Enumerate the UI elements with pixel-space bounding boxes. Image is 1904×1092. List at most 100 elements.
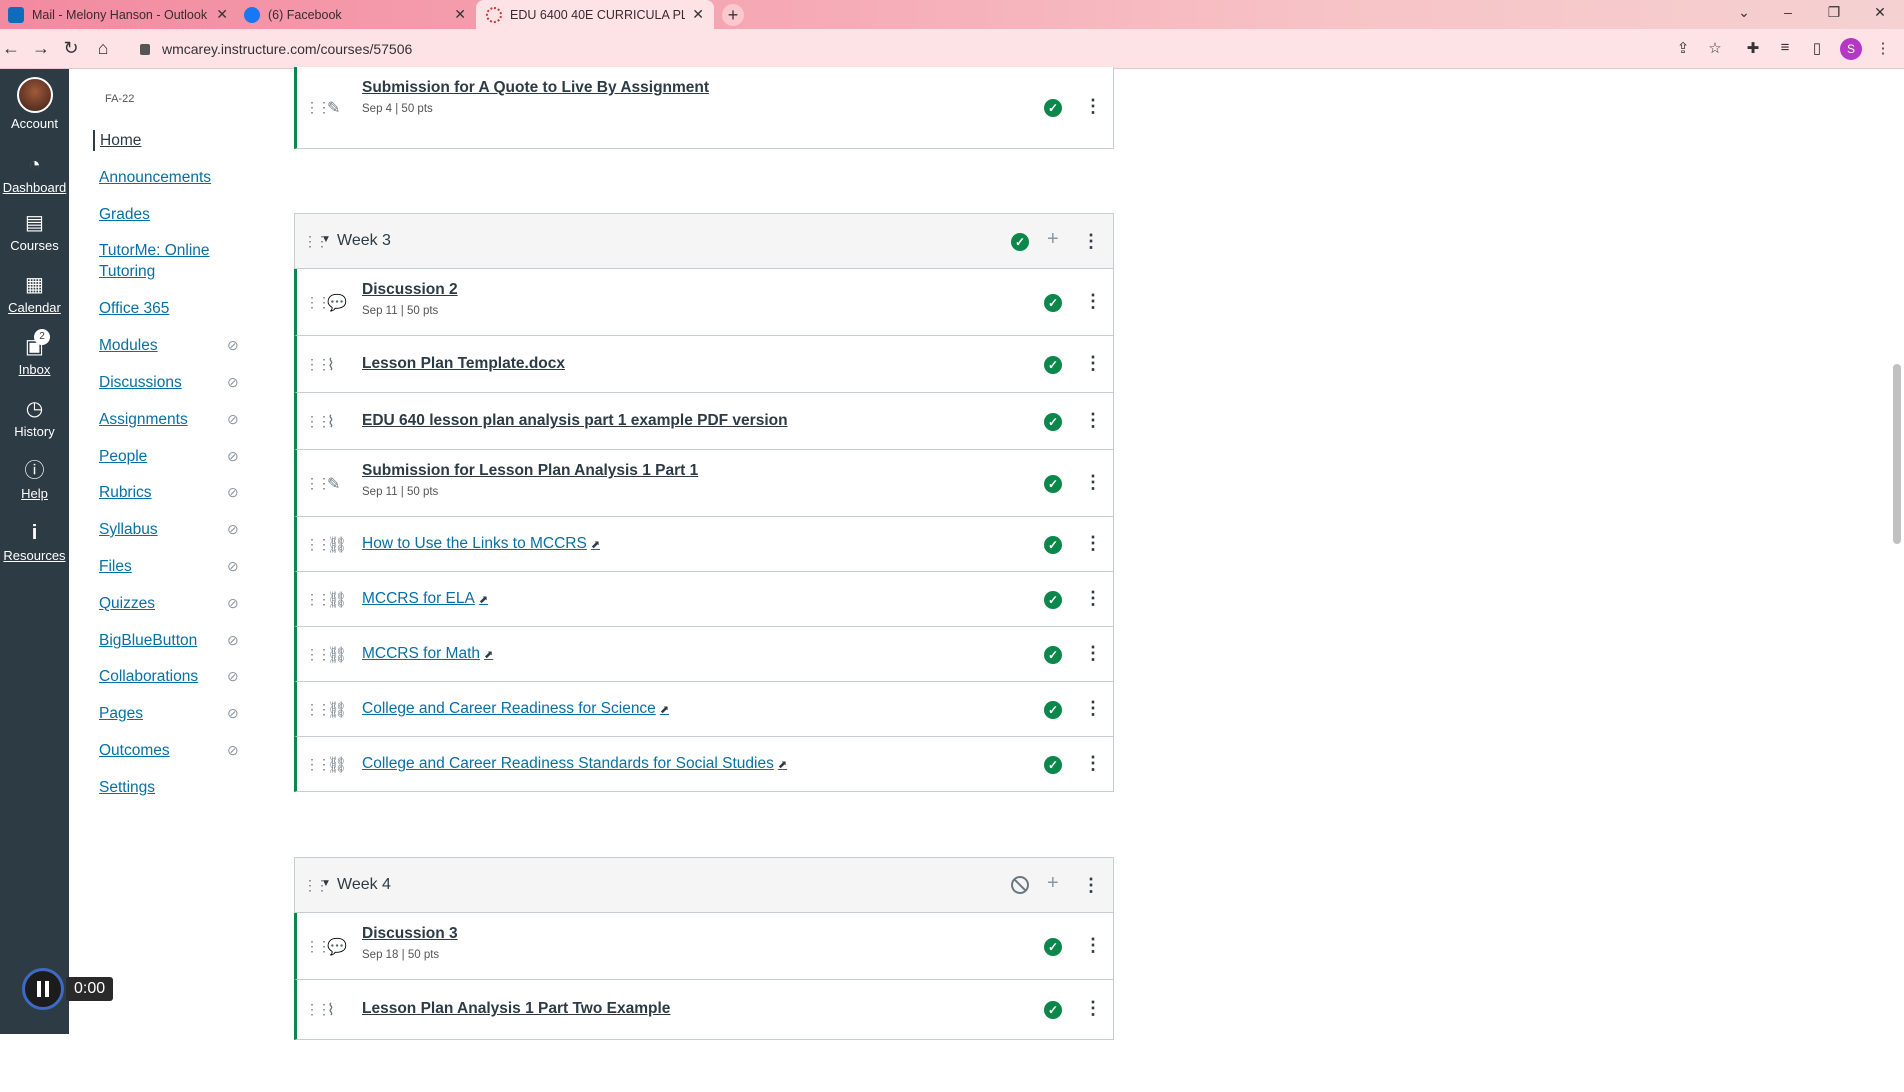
tab-outlook[interactable]: Mail - Melony Hanson - Outlook ✕ [0, 0, 238, 29]
item-options-icon[interactable]: ⋮ [1084, 998, 1102, 1019]
item-options-icon[interactable]: ⋮ [1084, 533, 1102, 554]
close-window-button[interactable]: ✕ [1870, 4, 1890, 21]
url-field[interactable]: wmcarey.instructure.com/courses/57506 [130, 34, 1650, 64]
published-check-icon[interactable]: ✓ [1044, 1001, 1062, 1019]
course-nav-item[interactable]: People [99, 446, 229, 467]
module-item[interactable]: ⋮⋮ ⌇ Lesson Plan Template.docx ✓ ⋮ [294, 336, 1114, 393]
course-nav-item[interactable]: Rubrics [99, 482, 229, 503]
item-options-icon[interactable]: ⋮ [1084, 698, 1102, 719]
module-options-icon[interactable]: ⋮ [1082, 875, 1100, 896]
collapse-caret-icon[interactable]: ▼ [321, 878, 331, 889]
module-item[interactable]: ⋮⋮ ✎ Submission for A Quote to Live By Ass… [294, 67, 1114, 149]
module-item[interactable]: ⋮⋮ ⛓ MCCRS for Math ⬈ ✓ ⋮ [294, 627, 1114, 682]
global-nav-account[interactable]: Account [0, 77, 69, 131]
global-nav-history[interactable]: ◷ History [0, 397, 69, 439]
global-nav-courses[interactable]: ▤ Courses [0, 211, 69, 253]
course-nav-item[interactable]: Grades [99, 204, 229, 225]
course-nav-item[interactable]: Pages [99, 703, 229, 724]
course-nav-item[interactable]: Modules [99, 335, 229, 356]
published-check-icon[interactable]: ✓ [1044, 591, 1062, 609]
course-nav-item[interactable]: Outcomes [99, 740, 229, 761]
profile-avatar[interactable]: S [1840, 38, 1862, 60]
page-scrollbar[interactable] [1890, 69, 1904, 1034]
tab-facebook[interactable]: (6) Facebook ✕ [238, 0, 476, 29]
module-item-title[interactable]: MCCRS for Math ⬈ [362, 645, 493, 663]
module-item[interactable]: ⋮⋮ 💬 Discussion 2 Sep 11 | 50 pts ✓ ⋮ [294, 269, 1114, 336]
module-item-title[interactable]: College and Career Readiness for Science… [362, 700, 669, 718]
published-check-icon[interactable]: ✓ [1044, 938, 1062, 956]
drag-handle-icon[interactable]: ⋮⋮ [305, 413, 331, 430]
drag-handle-icon[interactable]: ⋮⋮ [305, 591, 331, 608]
module-item[interactable]: ⋮⋮ 💬 Discussion 3 Sep 18 | 50 pts ✓ ⋮ [294, 913, 1114, 980]
module-item-title[interactable]: EDU 640 lesson plan analysis part 1 exam… [362, 412, 788, 430]
home-icon[interactable]: ⌂ [92, 38, 114, 59]
add-item-icon[interactable]: + [1047, 228, 1059, 251]
module-item-title[interactable]: Lesson Plan Analysis 1 Part Two Example [362, 1000, 670, 1018]
global-nav-dashboard[interactable]: ◔ Dashboard [0, 153, 69, 195]
drag-handle-icon[interactable]: ⋮⋮ [305, 701, 331, 718]
published-check-icon[interactable]: ✓ [1044, 413, 1062, 431]
item-options-icon[interactable]: ⋮ [1084, 753, 1102, 774]
item-options-icon[interactable]: ⋮ [1084, 291, 1102, 312]
course-nav-item[interactable]: Announcements [99, 167, 229, 188]
module-item-title[interactable]: Submission for Lesson Plan Analysis 1 Pa… [362, 462, 698, 480]
drag-handle-icon[interactable]: ⋮⋮ [305, 756, 331, 773]
published-check-icon[interactable]: ✓ [1044, 646, 1062, 664]
close-tab-icon[interactable]: ✕ [216, 6, 228, 23]
drag-handle-icon[interactable]: ⋮⋮ [305, 356, 331, 373]
item-options-icon[interactable]: ⋮ [1084, 588, 1102, 609]
item-options-icon[interactable]: ⋮ [1084, 935, 1102, 956]
course-nav-item[interactable]: Collaborations [99, 666, 229, 687]
new-tab-button[interactable]: + [722, 4, 744, 26]
unpublished-icon[interactable] [1011, 876, 1029, 894]
drag-handle-icon[interactable]: ⋮⋮ [305, 99, 331, 116]
module-header[interactable]: ⋮⋮ ▼ Week 3 ✓ + ⋮ [294, 213, 1114, 269]
course-nav-item[interactable]: TutorMe: Online Tutoring [99, 240, 224, 282]
module-options-icon[interactable]: ⋮ [1082, 231, 1100, 252]
drag-handle-icon[interactable]: ⋮⋮ [305, 536, 331, 553]
reading-list-icon[interactable]: ≡ [1774, 39, 1796, 56]
reload-icon[interactable]: ↻ [60, 38, 82, 59]
extensions-icon[interactable]: ✚ [1742, 39, 1764, 57]
published-check-icon[interactable]: ✓ [1044, 294, 1062, 312]
pause-button[interactable] [22, 968, 64, 1010]
module-item-title[interactable]: How to Use the Links to MCCRS ⬈ [362, 535, 600, 553]
item-options-icon[interactable]: ⋮ [1084, 643, 1102, 664]
module-item[interactable]: ⋮⋮ ⌇ EDU 640 lesson plan analysis part 1 e… [294, 393, 1114, 450]
course-nav-item[interactable]: Settings [99, 777, 229, 798]
bookmark-star-icon[interactable]: ☆ [1704, 39, 1726, 57]
drag-handle-icon[interactable]: ⋮⋮ [305, 475, 331, 492]
course-nav-item[interactable]: Home [93, 130, 223, 151]
module-header[interactable]: ⋮⋮ ▼ Week 4 + ⋮ [294, 857, 1114, 913]
module-item[interactable]: ⋮⋮ ⌇ Lesson Plan Analysis 1 Part Two Examp… [294, 980, 1114, 1040]
course-nav-item[interactable]: Files [99, 556, 229, 577]
browser-menu-icon[interactable]: ⋮ [1872, 39, 1894, 57]
drag-handle-icon[interactable]: ⋮⋮ [305, 646, 331, 663]
global-nav-calendar[interactable]: ▦ Calendar [0, 273, 69, 315]
module-item[interactable]: ⋮⋮ ⛓ College and Career Readiness Standard… [294, 737, 1114, 792]
module-item-title[interactable]: College and Career Readiness Standards f… [362, 755, 787, 773]
course-nav-item[interactable]: Discussions [99, 372, 229, 393]
course-nav-item[interactable]: Office 365 [99, 298, 229, 319]
course-nav-item[interactable]: BigBlueButton [99, 630, 229, 651]
published-check-icon[interactable]: ✓ [1011, 233, 1029, 251]
drag-handle-icon[interactable]: ⋮⋮ [305, 294, 331, 311]
global-nav-resources[interactable]: i Resources [0, 521, 69, 563]
add-item-icon[interactable]: + [1047, 872, 1059, 895]
course-nav-item[interactable]: Quizzes [99, 593, 229, 614]
module-item-title[interactable]: Discussion 3 [362, 925, 458, 943]
drag-handle-icon[interactable]: ⋮⋮ [305, 1001, 331, 1018]
module-item-title[interactable]: Lesson Plan Template.docx [362, 355, 565, 373]
share-icon[interactable]: ⇪ [1672, 39, 1694, 57]
published-check-icon[interactable]: ✓ [1044, 475, 1062, 493]
close-tab-icon[interactable]: ✕ [692, 6, 704, 23]
course-nav-item[interactable]: Syllabus [99, 519, 229, 540]
collapse-nav-icon[interactable]: ⇤ [12, 1071, 27, 1092]
published-check-icon[interactable]: ✓ [1044, 356, 1062, 374]
restore-button[interactable]: ❐ [1824, 4, 1844, 21]
tab-search-icon[interactable]: ⌄ [1734, 4, 1754, 21]
item-options-icon[interactable]: ⋮ [1084, 353, 1102, 374]
module-item-title[interactable]: Submission for A Quote to Live By Assign… [362, 79, 709, 97]
close-tab-icon[interactable]: ✕ [454, 6, 466, 23]
item-options-icon[interactable]: ⋮ [1084, 410, 1102, 431]
